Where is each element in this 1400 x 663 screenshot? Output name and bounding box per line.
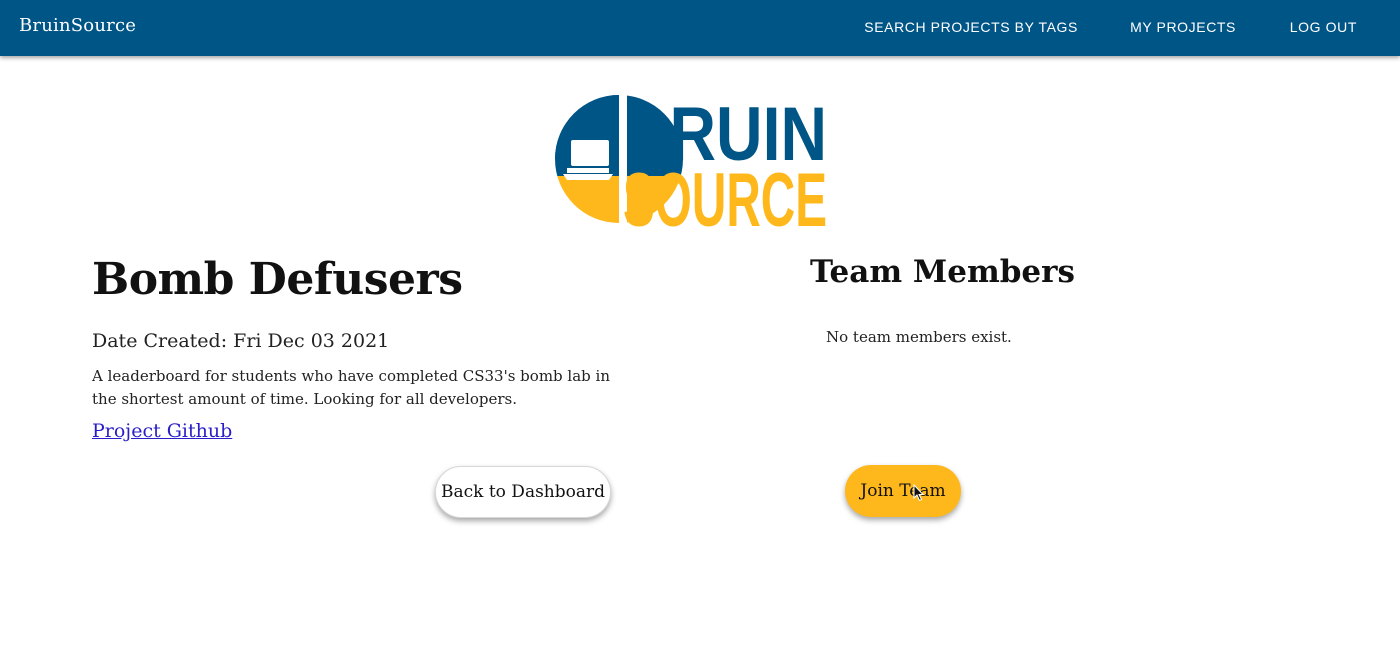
project-title: Bomb Defusers bbox=[92, 254, 463, 305]
nav-log-out[interactable]: LOG OUT bbox=[1290, 19, 1357, 35]
brand-link[interactable]: BruinSource bbox=[19, 15, 136, 36]
logo-graphic: BRUIN SOURCE bbox=[555, 88, 827, 243]
nav-my-projects[interactable]: MY PROJECTS bbox=[1130, 19, 1236, 35]
join-team-button[interactable]: Join Team bbox=[845, 465, 961, 517]
mouse-cursor-icon bbox=[913, 484, 925, 502]
project-description: A leaderboard for students who have comp… bbox=[92, 367, 610, 408]
back-to-dashboard-button[interactable]: Back to Dashboard bbox=[435, 466, 611, 518]
top-navbar: BruinSource SEARCH PROJECTS BY TAGS MY P… bbox=[0, 0, 1400, 56]
nav-search-projects-by-tags[interactable]: SEARCH PROJECTS BY TAGS bbox=[864, 19, 1078, 35]
logo-text-source: SOURCE bbox=[623, 158, 827, 230]
project-github-link[interactable]: Project Github bbox=[92, 420, 232, 442]
bruinsource-logo: BRUIN SOURCE bbox=[553, 88, 833, 243]
team-members-title: Team Members bbox=[810, 254, 1075, 290]
date-created: Date Created: Fri Dec 03 2021 bbox=[92, 330, 390, 352]
team-empty-message: No team members exist. bbox=[826, 328, 1012, 346]
